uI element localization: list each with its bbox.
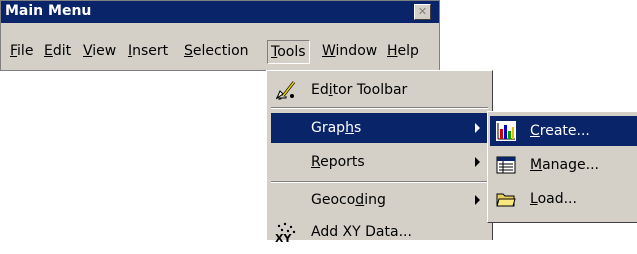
graphs-label-pre: Grap xyxy=(311,120,346,136)
load-accel: L xyxy=(530,191,538,207)
menu-item-create[interactable]: Create... xyxy=(490,116,637,146)
submenu-arrow-icon xyxy=(475,123,480,133)
menu-edit-accel: E xyxy=(44,43,53,59)
graphs-submenu: Create... Manage... Load... xyxy=(487,111,637,223)
menu-insert-label: nsert xyxy=(132,43,169,59)
main-menu-window: Main Menu ✕ File Edit View Insert Select… xyxy=(0,0,440,71)
menu-bar: File Edit View Insert Selection Tools Wi… xyxy=(1,23,439,70)
menu-item-load[interactable]: Load... xyxy=(490,184,637,214)
reports-accel: R xyxy=(311,154,321,170)
menu-window-label: indow xyxy=(335,43,378,59)
menu-help-label: elp xyxy=(397,43,419,59)
reports-label-post: eports xyxy=(320,154,365,170)
menu-item-editor-toolbar-label: Editor Toolbar xyxy=(311,75,407,105)
close-icon[interactable]: ✕ xyxy=(414,4,431,20)
menu-view[interactable]: View xyxy=(80,40,119,64)
menu-file-label: ile xyxy=(17,43,34,59)
menu-item-add-xy-data-label: Add XY Data... xyxy=(311,224,412,240)
menu-selection-label: election xyxy=(192,43,249,59)
menu-file[interactable]: File xyxy=(7,40,36,64)
editor-toolbar-label-post: tor Toolbar xyxy=(332,82,408,98)
menu-item-manage[interactable]: Manage... xyxy=(490,150,637,180)
menu-window[interactable]: Window xyxy=(319,40,380,64)
menu-separator xyxy=(271,181,488,183)
menu-view-label: iew xyxy=(92,43,117,59)
svg-text:XY: XY xyxy=(275,232,292,243)
menu-item-manage-label: Manage... xyxy=(530,150,599,180)
menu-help-accel: H xyxy=(387,43,398,59)
manage-accel: M xyxy=(530,157,543,173)
geocoding-label-post: ing xyxy=(364,192,386,208)
geocoding-accel: d xyxy=(355,192,365,208)
menu-item-geocoding[interactable]: Geocoding xyxy=(271,185,488,215)
submenu-arrow-icon xyxy=(475,157,480,167)
graphs-label-post: s xyxy=(353,120,362,136)
menu-selection-accel: S xyxy=(184,43,193,59)
menu-item-reports-label: Reports xyxy=(311,147,365,177)
menu-tools[interactable]: Tools xyxy=(267,40,310,64)
menu-edit[interactable]: Edit xyxy=(41,40,74,64)
menu-insert[interactable]: Insert xyxy=(125,40,171,64)
menu-item-load-label: Load... xyxy=(530,184,577,214)
menu-edit-label: dit xyxy=(52,43,72,59)
menu-item-graphs-label: Graphs xyxy=(311,113,361,143)
menu-view-accel: V xyxy=(83,43,93,59)
editor-toolbar-label-pre: Ed xyxy=(311,82,329,98)
title-bar[interactable]: Main Menu ✕ xyxy=(1,1,439,23)
manage-graphs-icon xyxy=(496,155,516,175)
menu-file-accel: F xyxy=(10,43,18,59)
create-label-post: reate... xyxy=(539,123,590,139)
create-graph-icon xyxy=(496,121,516,141)
submenu-arrow-icon xyxy=(475,195,480,205)
load-label-post: oad... xyxy=(537,191,577,207)
geocoding-label-pre: Geoco xyxy=(311,192,356,208)
menu-item-editor-toolbar[interactable]: Editor Toolbar xyxy=(271,75,488,105)
graphs-accel: h xyxy=(345,120,354,136)
menu-item-add-xy-data[interactable]: XY Add XY Data... xyxy=(271,217,488,247)
menu-selection[interactable]: Selection xyxy=(181,40,252,64)
menu-item-graphs[interactable]: Graphs xyxy=(271,113,488,143)
load-graph-icon xyxy=(496,189,516,209)
menu-separator xyxy=(271,107,488,109)
editor-toolbar-icon xyxy=(274,79,298,101)
menu-tools-label: ools xyxy=(277,44,306,60)
menu-item-reports[interactable]: Reports xyxy=(271,147,488,177)
manage-label-post: anage... xyxy=(542,157,599,173)
menu-item-geocoding-label: Geocoding xyxy=(311,185,386,215)
tools-menu: Editor Toolbar Graphs Reports Geocoding … xyxy=(266,70,493,245)
window-title: Main Menu xyxy=(5,3,92,19)
menu-help[interactable]: Help xyxy=(384,40,422,64)
menu-item-create-label: Create... xyxy=(530,116,590,146)
create-accel: C xyxy=(530,123,540,139)
menu-window-accel: W xyxy=(322,43,336,59)
